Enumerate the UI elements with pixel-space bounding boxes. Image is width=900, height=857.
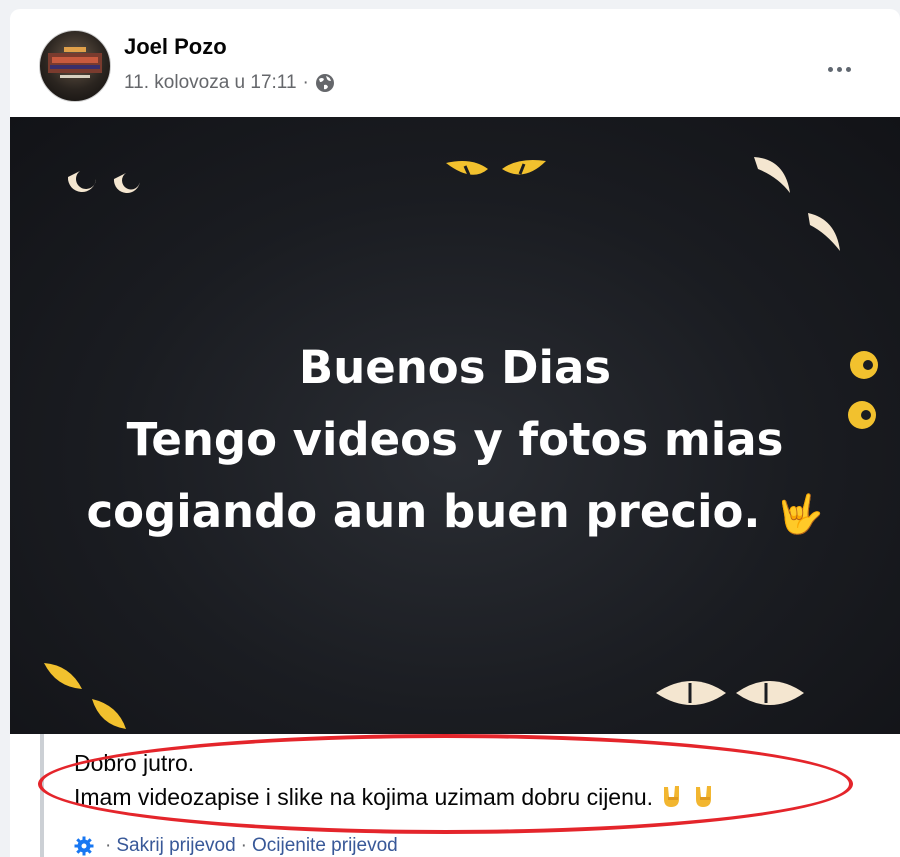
more-options-icon[interactable] [822, 57, 856, 81]
translated-line-2: Imam videozapise i slike na kojima uzima… [74, 784, 654, 810]
author-name[interactable]: Joel Pozo [124, 34, 227, 60]
translation-actions: · Sakrij prijevod · Ocijenite prijevod [74, 835, 398, 857]
post-card: Joel Pozo 11. kolovoza u 17:11 · Buenos … [10, 9, 900, 857]
translation-section: Dobro jutro. Imam videozapise i slike na… [10, 734, 900, 857]
translated-text: Dobro jutro. Imam videozapise i slike na… [74, 746, 717, 814]
rock-hand-icon [691, 783, 717, 809]
post-image[interactable]: Buenos Dias Tengo videos y fotos mias co… [10, 117, 900, 734]
rock-hand-emoji-icon: 🤟 [776, 492, 824, 536]
image-text-line-3-text: cogiando aun buen precio. [86, 485, 761, 538]
avatar[interactable] [39, 30, 111, 102]
meta-separator: · [302, 72, 309, 93]
globe-icon[interactable] [315, 73, 335, 93]
translated-line-2-wrap: Imam videozapise i slike na kojima uzima… [74, 780, 717, 814]
rock-hand-icon [659, 783, 685, 809]
actions-separator: · [105, 835, 112, 856]
image-text-line-3: cogiando aun buen precio. 🤟 [10, 476, 900, 550]
quote-bar [40, 734, 44, 857]
image-text-line-1: Buenos Dias [298, 341, 612, 394]
translated-line-1: Dobro jutro. [74, 750, 195, 776]
actions-separator: · [240, 835, 247, 856]
gear-icon[interactable] [74, 836, 94, 856]
post-date[interactable]: 11. kolovoza u 17:11 [124, 72, 297, 94]
image-text-line-2: Tengo videos y fotos mias [126, 413, 784, 466]
post-image-text: Buenos Dias Tengo videos y fotos mias co… [10, 332, 900, 550]
rate-translation-link[interactable]: Ocijenite prijevod [252, 835, 398, 857]
hide-translation-link[interactable]: Sakrij prijevod [116, 835, 235, 857]
post-meta: 11. kolovoza u 17:11 · [124, 72, 335, 94]
